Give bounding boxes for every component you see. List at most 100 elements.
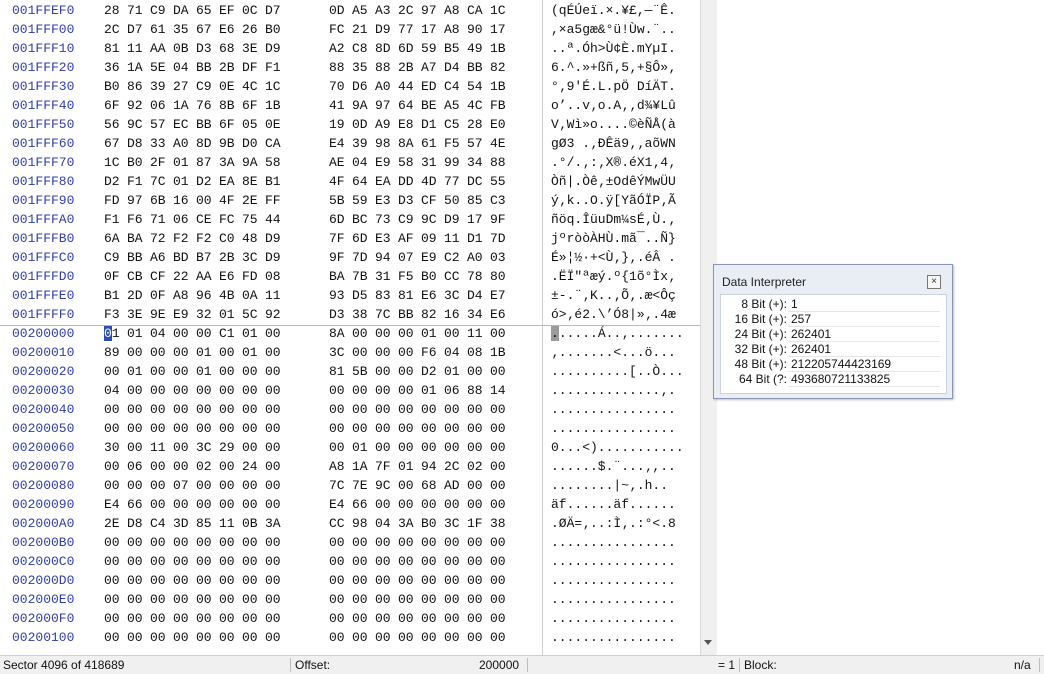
hex-byte[interactable]: 3D (173, 514, 189, 533)
data-interpreter-panel[interactable]: Data Interpreter × 8 Bit (+): 1 16 Bit (+)… (713, 264, 953, 399)
hex-byte[interactable]: 29 (219, 438, 235, 457)
hex-byte[interactable]: 00 (398, 628, 414, 647)
hex-byte[interactable]: 88 (467, 381, 483, 400)
hex-byte[interactable]: 00 (242, 381, 258, 400)
hex-byte[interactable]: 07 (173, 476, 189, 495)
hex-byte[interactable]: 01 (421, 381, 437, 400)
hex-byte[interactable]: 00 (375, 533, 391, 552)
hex-byte[interactable]: 4C (467, 96, 483, 115)
hex-byte[interactable]: 28 (467, 115, 483, 134)
hex-byte[interactable]: 00 (265, 609, 281, 628)
hex-byte[interactable]: 71 (150, 210, 166, 229)
hex-byte[interactable]: 00 (421, 590, 437, 609)
hex-byte[interactable]: AA (150, 39, 166, 58)
hex-byte[interactable]: E9 (375, 153, 391, 172)
hex-byte[interactable]: F5 (398, 267, 414, 286)
hex-byte[interactable]: 81 (329, 362, 345, 381)
hex-byte[interactable]: A9 (375, 115, 391, 134)
hex-byte[interactable]: 00 (467, 476, 483, 495)
hex-byte[interactable]: 00 (265, 419, 281, 438)
hex-byte[interactable]: 00 (444, 495, 460, 514)
hex-byte[interactable]: AE (329, 153, 345, 172)
hex-byte[interactable]: 04 (173, 58, 189, 77)
hex-byte[interactable]: 00 (173, 609, 189, 628)
hex-row[interactable]: 00200060 30 00 11 00 3C 29 00 00 00 01 00 00 00 00 00 00… (0, 438, 700, 457)
hex-byte[interactable]: D1 (467, 229, 483, 248)
hex-byte[interactable]: 00 (242, 400, 258, 419)
hex-byte[interactable]: 2B (219, 58, 235, 77)
hex-byte[interactable]: 00 (173, 457, 189, 476)
hex-byte[interactable]: 00 (444, 628, 460, 647)
hex-byte[interactable]: 11 (150, 438, 166, 457)
hex-byte[interactable]: 1A (127, 58, 143, 77)
ascii-text[interactable]: ................ (551, 571, 676, 590)
hex-byte[interactable]: 97 (375, 96, 391, 115)
hex-byte[interactable]: 06 (444, 381, 460, 400)
hex-byte[interactable]: 00 (196, 628, 212, 647)
hex-byte[interactable]: 9B (219, 134, 235, 153)
hex-byte[interactable]: C4 (150, 514, 166, 533)
hex-byte[interactable]: 00 (490, 590, 506, 609)
hex-byte[interactable]: 08 (467, 343, 483, 362)
hex-byte[interactable]: 00 (375, 552, 391, 571)
hex-row[interactable]: 00200070 00 06 00 00 02 00 24 00 A8 1A 7F 01 94 2C 02 00… (0, 457, 700, 476)
hex-byte[interactable]: 17 (467, 210, 483, 229)
hex-byte[interactable]: D4 (467, 286, 483, 305)
ascii-text[interactable]: ..........[..Ò... (551, 362, 684, 381)
hex-byte[interactable]: 6D (329, 210, 345, 229)
hex-byte[interactable]: 00 (196, 419, 212, 438)
hex-byte[interactable]: 68 (421, 476, 437, 495)
hex-byte[interactable]: 00 (242, 419, 258, 438)
hex-byte[interactable]: FC (329, 20, 345, 39)
hex-byte[interactable]: BB (196, 58, 212, 77)
hex-byte[interactable]: 2B (398, 58, 414, 77)
hex-byte[interactable]: 77 (444, 172, 460, 191)
hex-byte[interactable]: 9A (352, 96, 368, 115)
hex-byte[interactable]: CA (467, 1, 483, 20)
hex-byte[interactable]: A0 (173, 134, 189, 153)
hex-byte[interactable]: 2C (104, 20, 120, 39)
hex-byte[interactable]: 8E (242, 172, 258, 191)
hex-byte[interactable]: 00 (375, 400, 391, 419)
hex-byte[interactable]: 00 (104, 419, 120, 438)
hex-byte[interactable]: 88 (490, 153, 506, 172)
hex-byte[interactable]: 00 (444, 324, 460, 343)
hex-byte[interactable]: 04 (352, 153, 368, 172)
hex-byte[interactable]: E4 (104, 495, 120, 514)
interpreter-value[interactable]: 257 (791, 312, 811, 327)
hex-byte[interactable]: 6F (242, 96, 258, 115)
hex-row[interactable]: 001FFFD0 0F CB CF 22 AA E6 FD 08 BA 7B 31 F5 B0 CC 78 80… (0, 267, 700, 286)
hex-byte[interactable]: A6 (150, 248, 166, 267)
hex-byte[interactable]: 1B (490, 39, 506, 58)
ascii-text[interactable]: É»¦½·+<Ù‚}‚.éÂ . (551, 248, 676, 267)
ascii-text[interactable]: ý‚k..O.ÿ[YãÓÏP‚Ã (551, 191, 676, 210)
ascii-text[interactable]: o’..v‚o.A‚‚d¾¥Lû (551, 96, 676, 115)
hex-editor-view[interactable]: 001FFEF0 28 71 C9 DA 65 EF 0C D7 0D A5 A3 2C 97 A8 CA 1C… (0, 0, 716, 655)
hex-byte[interactable]: 06 (127, 457, 143, 476)
hex-byte[interactable]: 00 (444, 533, 460, 552)
hex-byte[interactable]: 8A (398, 134, 414, 153)
hex-byte[interactable]: 00 (127, 343, 143, 362)
hex-byte[interactable]: 00 (444, 552, 460, 571)
hex-byte[interactable]: 00 (127, 552, 143, 571)
hex-byte[interactable]: 00 (265, 343, 281, 362)
hex-byte[interactable]: 16 (173, 191, 189, 210)
hex-byte[interactable]: BB (467, 58, 483, 77)
hex-byte[interactable]: 00 (127, 590, 143, 609)
hex-byte[interactable]: E3 (375, 191, 391, 210)
hex-byte[interactable]: 00 (421, 571, 437, 590)
hex-byte[interactable]: 67 (196, 20, 212, 39)
hex-byte[interactable]: D4 (444, 58, 460, 77)
interpreter-value[interactable]: 1 (791, 297, 798, 312)
hex-byte[interactable]: 0F (104, 267, 120, 286)
hex-byte[interactable]: 9C (375, 476, 391, 495)
hex-byte[interactable]: 0B (173, 39, 189, 58)
hex-byte[interactable]: 17 (490, 20, 506, 39)
hex-byte[interactable]: A8 (444, 1, 460, 20)
hex-byte[interactable]: 00 (375, 628, 391, 647)
hex-byte[interactable]: 00 (265, 457, 281, 476)
hex-byte[interactable]: 1A (352, 457, 368, 476)
hex-byte[interactable]: 7C (329, 476, 345, 495)
hex-row[interactable]: 002000A0 2E D8 C4 3D 85 11 0B 3A CC 98 04 3A B0 3C 1F 38… (0, 514, 700, 533)
hex-byte[interactable]: 00 (196, 609, 212, 628)
